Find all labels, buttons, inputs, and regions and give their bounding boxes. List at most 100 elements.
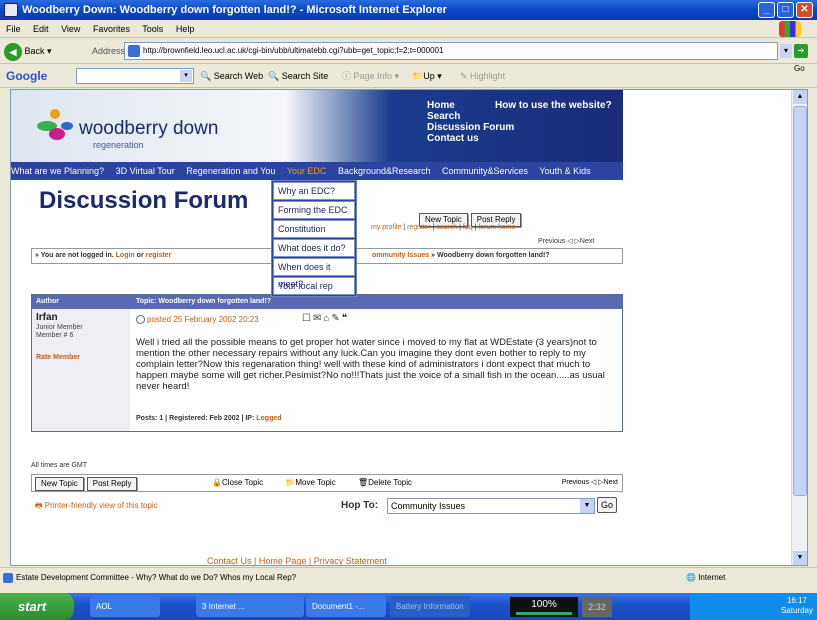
nav-contact-us[interactable]: Contact us [427, 133, 514, 144]
new-topic-button-bottom[interactable]: New Topic [35, 477, 84, 491]
how-to-link[interactable]: How to use the website? [495, 100, 612, 111]
quote-icon[interactable]: ❝ [342, 313, 349, 324]
prev-next-bottom: Previous ◁ ▷Next [561, 479, 618, 486]
menu-help[interactable]: Help [176, 24, 195, 34]
menu-favorites[interactable]: Favorites [93, 24, 130, 34]
page-title: Discussion Forum [39, 187, 249, 214]
scroll-thumb[interactable] [793, 106, 807, 496]
back-arrow-icon: ◀ [4, 42, 22, 61]
scroll-up-icon[interactable]: ▲ [793, 90, 807, 104]
menu-view[interactable]: View [61, 24, 80, 34]
dropdown-item-constitution[interactable]: Constitution [273, 220, 355, 238]
search-web-label: Search Web [213, 71, 264, 81]
google-dropdown-icon[interactable]: ▾ [180, 70, 192, 82]
close-topic-button[interactable]: 🔒Close Topic [212, 478, 273, 487]
ie-icon [4, 3, 18, 17]
task-battery-info[interactable]: Battery Information [390, 596, 470, 617]
site-header: woodberry down regeneration Home Search … [11, 90, 623, 162]
highlight-button[interactable]: ✎ Highlight [460, 64, 505, 88]
nav-youth[interactable]: Youth & Kids [539, 166, 590, 176]
dropdown-item-forming[interactable]: Forming the EDC [273, 201, 355, 219]
task-document[interactable]: Document1 -... [306, 596, 386, 617]
move-topic-button[interactable]: 📁Move Topic [285, 478, 345, 487]
nav-regeneration[interactable]: Regeneration and You [186, 166, 275, 176]
address-input[interactable]: http://brownfield.leo.ucl.ac.uk/cgi-bin/… [124, 42, 778, 60]
hop-go-button[interactable]: Go [597, 497, 617, 513]
ie-window: Woodberry Down: Woodberry down forgotten… [0, 0, 817, 593]
delete-topic-button[interactable]: 🗑Delete Topic [358, 478, 422, 487]
link-register[interactable]: register [407, 224, 430, 231]
dropdown-item-why[interactable]: Why an EDC? [273, 182, 355, 200]
up-button[interactable]: 📁Up ▾ [412, 64, 442, 88]
dropdown-item-rep[interactable]: Your local rep [273, 277, 355, 295]
link-search[interactable]: search [436, 224, 457, 231]
page-icon [128, 45, 140, 57]
tray-clock[interactable]: 16:17 Saturday [781, 596, 813, 616]
address-dropdown-icon[interactable]: ▾ [780, 44, 792, 58]
printer-friendly-link[interactable]: 🖶 Printer-friendly view of this topic [35, 500, 158, 514]
status-bar: Estate Development Committee - Why? What… [0, 567, 817, 587]
breadcrumb-topic: » Woodberry down forgotten land!? [431, 252, 550, 259]
menu-edit[interactable]: Edit [33, 24, 49, 34]
menu-file[interactable]: File [6, 24, 21, 34]
zone-label: Internet [698, 573, 726, 582]
author-name[interactable]: Irfan [36, 312, 126, 324]
nav-planning[interactable]: What are we Planning? [11, 166, 104, 176]
maximize-button[interactable]: □ [777, 2, 794, 18]
breadcrumb: ommunity Issues » Woodberry down forgott… [372, 249, 550, 263]
next-link-bottom[interactable]: Next [604, 479, 618, 486]
bottom-actions-row: New Topic Post Reply 🔒Close Topic 📁Move T… [31, 474, 623, 492]
nav-discussion-forum[interactable]: Discussion Forum [427, 122, 514, 133]
minimize-button[interactable]: _ [758, 2, 775, 18]
delete-topic-label: Delete Topic [368, 478, 412, 487]
task-aol-label: AOL [96, 602, 113, 611]
task-aol[interactable]: AOL [90, 596, 160, 617]
site-nav-bar: What are we Planning? 3D Virtual Tour Re… [11, 162, 623, 180]
prev-link[interactable]: Previous [538, 238, 565, 245]
page-info-button[interactable]: ⓘ Page Info ▾ [342, 64, 399, 88]
nav-community[interactable]: Community&Services [442, 166, 528, 176]
link-forum-home[interactable]: forum home [478, 224, 515, 231]
dropdown-item-what[interactable]: What does it do? [273, 239, 355, 257]
task-document-label: Document1 -... [312, 602, 365, 611]
register-link[interactable]: register [146, 252, 172, 259]
dropdown-item-when[interactable]: When does it meet? [273, 258, 355, 289]
nav-3d-tour[interactable]: 3D Virtual Tour [116, 166, 175, 176]
search-web-button[interactable]: 🔍 Search Web [200, 64, 263, 88]
nav-search[interactable]: Search [427, 111, 514, 122]
edit-icon[interactable]: ✎ [331, 313, 341, 324]
link-my-profile[interactable]: my profile [371, 224, 401, 231]
back-button[interactable]: ◀ Back ▾ [4, 41, 60, 61]
nav-your-edc[interactable]: Your EDC [287, 166, 327, 176]
search-site-button[interactable]: 🔍 Search Site [268, 64, 328, 88]
menu-bar: File Edit View Favorites Tools Help [0, 20, 817, 38]
email-icon[interactable]: ✉ [313, 313, 323, 324]
scroll-down-icon[interactable]: ▼ [793, 551, 807, 565]
timezone-note: All times are GMT [31, 462, 88, 469]
go-button[interactable]: ➔ Go [794, 42, 817, 73]
start-button[interactable]: start [0, 593, 74, 620]
google-search-input[interactable] [76, 68, 194, 84]
vertical-scrollbar[interactable]: ▲ ▼ [791, 90, 807, 565]
hop-to-select[interactable]: Community Issues ▼ [387, 498, 595, 514]
link-faq[interactable]: faq [463, 224, 473, 231]
clock-day: Saturday [780, 606, 813, 615]
prev-link-bottom[interactable]: Previous [562, 479, 589, 486]
close-button[interactable]: ✕ [796, 2, 813, 18]
thread-header: Author Topic: Woodberry down forgotten l… [32, 295, 622, 309]
site-logo-text[interactable]: woodberry down [79, 118, 218, 140]
footer-links[interactable]: Contact Us | Home Page | Privacy Stateme… [207, 556, 387, 565]
post-reply-button-bottom[interactable]: Post Reply [86, 477, 138, 491]
task-internet[interactable]: 3 Internet ... [196, 596, 304, 617]
rate-member-link[interactable]: Rate Member [36, 354, 126, 362]
menu-tools[interactable]: Tools [142, 24, 163, 34]
google-logo[interactable]: Google [6, 64, 47, 88]
next-link[interactable]: Next [580, 238, 594, 245]
login-link[interactable]: Login [116, 252, 135, 259]
breadcrumb-section[interactable]: ommunity Issues [372, 252, 429, 259]
nav-background[interactable]: Background&Research [338, 166, 431, 176]
profile-icon[interactable]: ☐ [302, 313, 313, 324]
close-topic-label: Close Topic [221, 478, 264, 487]
status-text: Estate Development Committee - Why? What… [16, 573, 297, 582]
window-title: Woodberry Down: Woodberry down forgotten… [22, 4, 447, 16]
